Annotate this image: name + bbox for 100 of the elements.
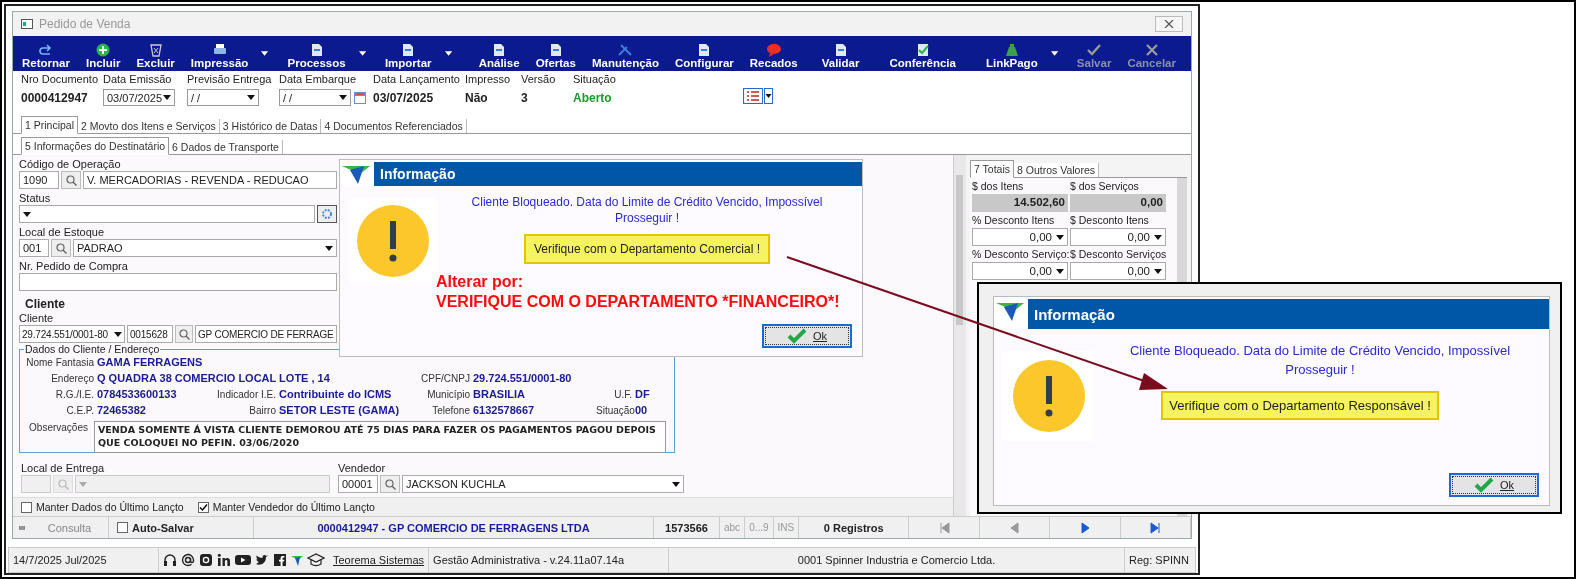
toolbar-button[interactable]: LinkPago [980,43,1043,69]
field-label: Data Emissão [103,73,172,85]
calendar-icon[interactable] [354,91,366,104]
ok-button[interactable]: Ok [1449,473,1539,497]
field-label: Local de Estoque [19,225,104,239]
facebook-icon[interactable] [273,553,287,568]
field-value: 0784533600133 [97,388,177,401]
tab[interactable]: 4 Documentos Referenciados [321,119,467,133]
field-value: Contribuinte do ICMS [279,388,392,401]
instagram-icon[interactable] [199,553,213,568]
highlighted-message: Verifique com o Departamento Comercial ! [523,234,771,264]
field-label: Local de Entrega [21,461,105,475]
field-label: $ dos Itens [972,180,1025,192]
field-label: Impresso [465,73,511,85]
checkbox[interactable] [117,522,128,534]
code-field[interactable]: 001 [19,239,49,257]
search-button[interactable] [51,239,71,257]
toolbar-button[interactable]: Manutenção [586,43,664,69]
field-value: 29.724.551/0001-80 [473,372,572,385]
website-link[interactable]: Teorema Sistemas [329,548,430,572]
toolbar-button[interactable]: Recados [744,43,803,69]
close-button[interactable] [1155,16,1183,32]
toolbar-button[interactable]: Ofertas [530,43,581,69]
search-icon [178,328,190,340]
dialog-message: Cliente Bloqueado. Data do Limite de Crédito Vencido, Impossível Prosseguir ! [1128,342,1512,379]
status-value: Aberto [573,91,612,105]
field-label: % Desconto Serviço: [972,248,1068,260]
twitter-icon[interactable] [255,553,269,568]
toolbar-button[interactable]: Validar [816,43,865,69]
notes-field[interactable]: VENDA SOMENTE Á VISTA CLIENTE DEMOROU ATÉ 75 DIAS PARA FAZER OS PAGAMENTOS PAGOU DEPOIS QUE COLOQUEI NO PEFIN. 03/06/2020 [94,421,666,453]
headset-icon[interactable] [163,553,177,568]
search-icon [55,242,67,254]
tab[interactable]: 8 Outros Valores [1014,163,1099,177]
toolbar-button[interactable]: Impressão [185,43,254,69]
checkbox[interactable] [21,501,32,513]
group-title: Dados do Cliente / Endereço [24,343,161,355]
date-field[interactable]: 03/07/2025 [103,89,175,106]
toolbar-button[interactable]: Configurar [670,43,739,69]
field-value: Não [465,91,488,105]
field-label: Versão [521,73,556,85]
date-field[interactable]: / / [279,89,351,106]
input-field[interactable] [19,273,337,291]
field-label: CPF/CNPJ [420,372,470,385]
warning-icon [357,205,429,277]
caret-icon[interactable] [1050,51,1058,56]
window-title: Pedido de Venda [39,17,132,31]
code-field[interactable] [21,475,51,493]
at-sign-icon[interactable] [181,553,195,568]
seller-dropdown[interactable]: JACKSON KUCHLA [402,475,684,493]
caret-icon [1154,234,1162,240]
discount-dropdown[interactable]: 0,00 [972,228,1068,246]
date-field[interactable]: / / [187,89,259,106]
discount-dropdown[interactable]: 0,00 [972,262,1068,280]
discount-dropdown[interactable]: 0,00 [1070,262,1166,280]
tab[interactable]: 2 Movto dos Itens e Serviços [78,119,220,133]
toolbar-button[interactable]: Análise [473,43,525,69]
search-button[interactable] [380,475,400,493]
field-label: Vendedor [338,461,386,475]
tab[interactable]: 7 Totais [970,160,1014,178]
operation-field[interactable]: V. MERCADORIAS - REVENDA - REDUCAO [83,171,337,189]
linkedin-icon[interactable] [217,553,231,568]
toolbar-button[interactable]: Processos [282,43,351,69]
arrow-icon [1008,521,1021,534]
field-label: Código de Operação [19,157,121,171]
toolbar-button[interactable]: Retornar [17,43,75,69]
caret-icon [339,95,347,100]
code-field[interactable]: 0015628 [127,325,173,343]
scrollbar[interactable] [953,155,966,517]
discount-dropdown[interactable]: 0,00 [1070,228,1166,246]
toolbar-button[interactable]: Importar [379,43,437,69]
tab[interactable]: 5 Informações do Destinatário [21,137,170,155]
document-dropdown[interactable]: 29.724.551/0001-80 [19,325,125,343]
settings-button[interactable] [317,205,337,223]
field-label: Endereço [50,372,94,385]
code-field[interactable]: 1090 [19,171,59,189]
graduation-cap-icon[interactable] [307,553,325,568]
youtube-icon[interactable] [235,553,251,568]
caret-icon[interactable] [444,51,452,56]
tab[interactable]: 1 Principal [21,116,79,134]
caret-icon[interactable] [358,51,366,56]
stock-dropdown[interactable]: PADRAO [73,239,337,257]
logo-icon[interactable] [291,554,303,567]
search-button[interactable] [61,171,81,189]
close-icon [1164,20,1174,28]
tab[interactable]: 6 Dados de Transporte [169,140,283,154]
version-text: Gestão Administrativa - v.24.11a07.14a [429,548,670,572]
field-value: 00 [635,404,648,417]
search-button[interactable] [175,325,193,343]
caret-icon[interactable] [261,51,269,56]
client-name-field[interactable]: GP COMERCIO DE FERRAGE [195,325,337,343]
list-icon [743,88,763,104]
toolbar-button[interactable]: Incluir [80,43,126,69]
warning-icon [1013,360,1085,432]
toolbar-button[interactable]: Conferência [884,43,961,69]
toolbar-button[interactable]: Excluir [131,43,180,69]
field-label: Cliente [19,311,54,325]
view-menu-button[interactable] [743,88,773,104]
checkbox[interactable] [197,501,209,513]
ok-button[interactable]: Ok [762,324,852,348]
code-field[interactable]: 00001 [338,475,378,493]
